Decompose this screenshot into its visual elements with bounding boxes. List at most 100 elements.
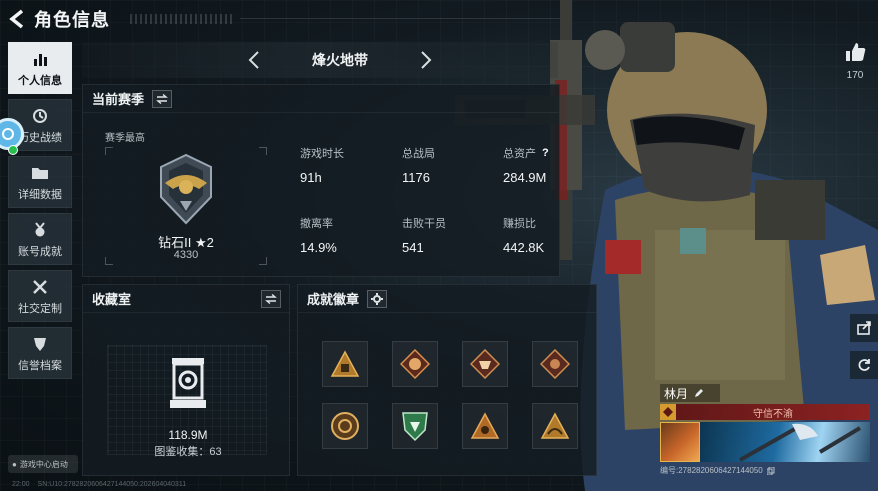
back-arrow-icon[interactable] bbox=[0, 0, 34, 38]
like-button[interactable]: 170 bbox=[840, 42, 870, 81]
stat-extraction-rate: 撤离率 14.9% bbox=[300, 215, 400, 255]
badge-slot[interactable] bbox=[532, 341, 578, 387]
stat-value: 442.8K bbox=[503, 240, 545, 255]
folder-icon bbox=[31, 163, 49, 183]
beast-badge-icon bbox=[470, 349, 500, 379]
player-name-row: 林月 bbox=[660, 384, 720, 402]
prev-map-button[interactable] bbox=[234, 42, 274, 78]
badge-slot[interactable] bbox=[392, 341, 438, 387]
medal-icon bbox=[32, 220, 48, 240]
game-center-label: 游戏中心启动 bbox=[19, 459, 68, 469]
badge-slot[interactable] bbox=[322, 341, 368, 387]
page-header: 角色信息 bbox=[0, 0, 560, 38]
player-title-bar: 守信不渝 bbox=[660, 404, 870, 420]
bar-chart-icon bbox=[32, 49, 48, 69]
sidebar-item-label: 详细数据 bbox=[18, 188, 62, 201]
triangle-eye-badge-icon bbox=[470, 412, 500, 439]
badge-slot[interactable] bbox=[462, 403, 508, 449]
player-card: 林月 守信不渝 编号:2782820606427144050 bbox=[660, 384, 870, 476]
help-icon[interactable]: ? bbox=[542, 147, 549, 159]
current-map-name: 烽火地带 bbox=[312, 52, 368, 68]
stat-label: 击败干员 bbox=[402, 218, 446, 230]
sidebar-item-label: 历史战绩 bbox=[18, 131, 62, 144]
current-season-panel: 当前赛季 赛季最高 钻石II ★2 4330 游戏时长 91h 总战局 1176 bbox=[82, 84, 560, 277]
stat-profit-loss-ratio: 赚损比 442.8K bbox=[503, 215, 603, 255]
sidebar-item-personal-info[interactable]: 个人信息 bbox=[8, 42, 72, 94]
sidebar-item-label: 账号成就 bbox=[18, 245, 62, 258]
like-count: 170 bbox=[846, 70, 864, 81]
stat-kills: 击败干员 541 bbox=[402, 215, 502, 255]
banner-artwork bbox=[700, 422, 870, 462]
status-time: 22:00 bbox=[12, 481, 30, 488]
stat-total-matches: 总战局 1176 bbox=[402, 145, 502, 185]
rank-display: 钻石II ★2 4330 bbox=[105, 147, 267, 265]
next-map-button[interactable] bbox=[406, 42, 446, 78]
sidebar-item-social-custom[interactable]: 社交定制 bbox=[8, 270, 72, 322]
round-badge-icon bbox=[331, 412, 359, 440]
badge-settings-button[interactable] bbox=[367, 289, 388, 308]
panel-header: 当前赛季 bbox=[83, 85, 559, 113]
player-id-row: 编号:2782820606427144050 bbox=[660, 465, 870, 476]
player-banner bbox=[660, 422, 870, 462]
display-case-icon bbox=[170, 358, 206, 408]
chevron-right-icon bbox=[421, 51, 432, 69]
triangle-badge-icon bbox=[330, 350, 360, 377]
badge-slot[interactable] bbox=[392, 403, 438, 449]
panel-header: 成就徽章 bbox=[298, 285, 596, 313]
sidebar-item-label: 社交定制 bbox=[18, 302, 62, 315]
edit-pencil-icon[interactable] bbox=[694, 388, 704, 398]
badge-slot[interactable] bbox=[532, 403, 578, 449]
assistant-icon bbox=[2, 128, 14, 140]
shield-icon bbox=[32, 334, 48, 354]
stat-label-text: 总资产 bbox=[503, 148, 536, 160]
tools-icon bbox=[32, 277, 48, 297]
header-stripes-decoration bbox=[130, 14, 235, 24]
title-badge-icon bbox=[660, 404, 676, 420]
stat-value: 91h bbox=[300, 170, 322, 185]
swap-icon bbox=[265, 293, 277, 304]
collection-value: 118.9M bbox=[168, 428, 208, 442]
stat-total-assets: 总资产 ? 284.9M bbox=[503, 145, 603, 185]
season-best-label: 赛季最高 bbox=[105, 133, 145, 144]
gear-icon bbox=[371, 292, 384, 305]
share-button[interactable] bbox=[850, 314, 878, 342]
stat-value: 1176 bbox=[402, 170, 430, 185]
season-switch-button[interactable] bbox=[152, 89, 173, 108]
sidebar-item-detailed-data[interactable]: 详细数据 bbox=[8, 156, 72, 208]
copy-icon[interactable] bbox=[766, 466, 775, 475]
partial-badge-icon bbox=[540, 349, 570, 379]
collection-room-panel[interactable]: 收藏室 118.9M 图鉴收集：63 bbox=[82, 284, 290, 476]
swap-icon bbox=[156, 93, 168, 104]
achievement-badges-panel: 成就徽章 bbox=[297, 284, 597, 476]
sidebar: 个人信息 历史战绩 详细数据 账号成就 社交定制 信誉档案 bbox=[8, 42, 74, 384]
bottom-status-bar: 22:00 SN:U10:2782820606427144050:2026040… bbox=[12, 481, 186, 488]
game-center-launch-button[interactable]: ● 游戏中心启动 bbox=[8, 455, 78, 473]
refresh-button[interactable] bbox=[850, 351, 878, 379]
game-center-icon: ● bbox=[12, 459, 17, 469]
sidebar-item-label: 信誉档案 bbox=[18, 359, 62, 372]
sidebar-item-label: 个人信息 bbox=[18, 74, 62, 87]
refresh-icon bbox=[858, 359, 870, 371]
badge-slot[interactable] bbox=[462, 341, 508, 387]
stat-play-time: 游戏时长 91h bbox=[300, 145, 400, 185]
panel-title: 收藏室 bbox=[92, 292, 132, 307]
axe-banner-icon bbox=[739, 423, 862, 462]
stat-value: 541 bbox=[402, 240, 424, 255]
player-id: 编号:2782820606427144050 bbox=[660, 466, 763, 475]
avatar[interactable] bbox=[660, 422, 700, 462]
thumbs-up-icon bbox=[846, 43, 866, 61]
stat-label: 撤离率 bbox=[300, 218, 333, 230]
header-divider bbox=[240, 18, 560, 19]
page-title: 角色信息 bbox=[34, 10, 110, 30]
stat-value: 14.9% bbox=[300, 240, 337, 255]
sidebar-item-achievements[interactable]: 账号成就 bbox=[8, 213, 72, 265]
collection-count: 图鉴收集：63 bbox=[154, 446, 222, 458]
online-status-dot bbox=[8, 145, 18, 155]
sidebar-item-reputation[interactable]: 信誉档案 bbox=[8, 327, 72, 379]
stat-label: 游戏时长 bbox=[300, 148, 344, 160]
stat-label: 赚损比 bbox=[503, 218, 536, 230]
collection-switch-button[interactable] bbox=[261, 289, 281, 308]
status-serial: SN:U10:2782820606427144050:202604040311 bbox=[37, 481, 187, 488]
badge-slot[interactable] bbox=[322, 403, 368, 449]
panel-header: 收藏室 bbox=[83, 285, 289, 313]
